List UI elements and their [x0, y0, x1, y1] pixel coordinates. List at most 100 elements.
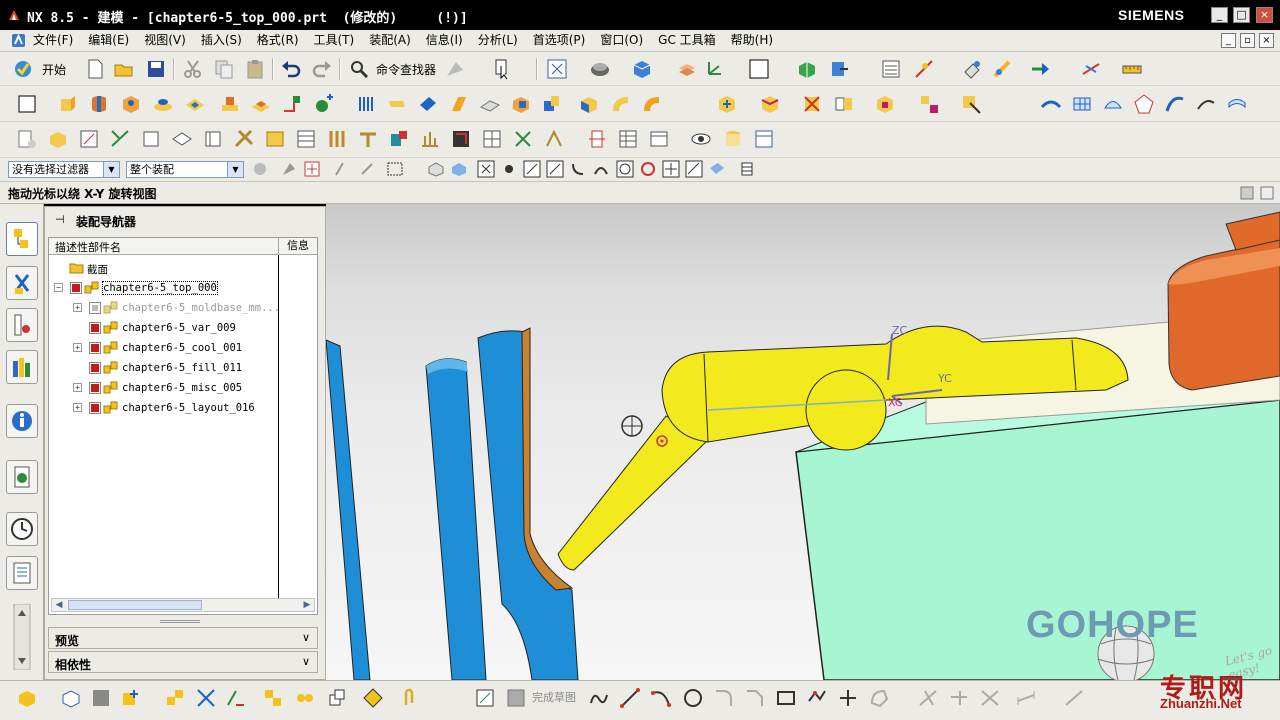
menu-analysis[interactable]: 分析(L): [478, 32, 518, 49]
snap-icon[interactable]: [500, 160, 518, 178]
status-options-icon[interactable]: [1260, 186, 1274, 200]
visibility-checkbox[interactable]: [89, 322, 101, 334]
general-select-icon[interactable]: [303, 160, 321, 178]
sequence-icon[interactable]: [960, 93, 982, 115]
trim-body-icon[interactable]: [448, 93, 470, 115]
subtract-icon[interactable]: [541, 93, 563, 115]
make-corner-icon[interactable]: [979, 687, 1001, 709]
mirror-assembly-icon[interactable]: [833, 93, 855, 115]
mold-csys-icon[interactable]: [78, 128, 100, 150]
select-solid-icon[interactable]: [427, 160, 445, 178]
pin-icon[interactable]: ⊣: [55, 213, 65, 226]
fit-view-icon[interactable]: [546, 58, 568, 80]
snap-point-on-curve-icon[interactable]: [685, 160, 703, 178]
promote-body-icon[interactable]: [326, 687, 348, 709]
layer-settings-icon[interactable]: [676, 58, 698, 80]
shaded-view-icon[interactable]: [90, 687, 112, 709]
constraint-sketch-icon[interactable]: [1063, 687, 1085, 709]
command-finder-button[interactable]: 命令查找器: [376, 61, 436, 78]
tree-row-root[interactable]: − chapter6-5_top_000: [49, 278, 317, 298]
menu-information[interactable]: 信息(I): [426, 32, 463, 49]
tree-row-sections[interactable]: 截面: [49, 258, 317, 278]
command-finder-icon[interactable]: [348, 58, 370, 80]
constraint-navigator-tab[interactable]: [6, 266, 38, 300]
offset-surface-icon[interactable]: [417, 93, 439, 115]
sketch-icon[interactable]: [16, 93, 38, 115]
cooling-pipe[interactable]: [425, 358, 487, 680]
constraint-icon[interactable]: [828, 58, 850, 80]
assembly-tools-icon[interactable]: [16, 687, 38, 709]
visibility-checkbox[interactable]: [89, 342, 101, 354]
circle-icon[interactable]: [682, 687, 704, 709]
assembly-navigator-tab[interactable]: [6, 222, 38, 256]
snap-grid-icon[interactable]: [738, 160, 756, 178]
expand-toggle[interactable]: +: [73, 303, 82, 312]
visibility-checkbox[interactable]: [89, 362, 101, 374]
runner-elbow[interactable]: [805, 369, 887, 451]
mdi-minimize-button[interactable]: _: [1221, 33, 1236, 48]
expand-toggle[interactable]: +: [73, 403, 82, 412]
status-icon[interactable]: [1240, 186, 1254, 200]
filter-settings-icon[interactable]: [251, 160, 269, 178]
preview-panel[interactable]: 预览 ∨: [48, 627, 318, 649]
process-studio-tab[interactable]: [6, 556, 38, 590]
mdi-restore-button[interactable]: ▫: [1240, 33, 1255, 48]
cut-icon[interactable]: [182, 58, 204, 80]
electrode-icon[interactable]: [512, 128, 534, 150]
standard-part-icon[interactable]: [295, 128, 317, 150]
history-tab[interactable]: [6, 512, 38, 546]
ruler-icon[interactable]: [1121, 58, 1143, 80]
column-info[interactable]: 信息: [278, 238, 317, 255]
tree-row-moldbase[interactable]: + chapter6-5_moldbase_mm...: [49, 298, 317, 318]
redo-icon[interactable]: [311, 58, 333, 80]
reuse-library-tab[interactable]: [6, 350, 38, 384]
datum-axis-icon[interactable]: [1080, 58, 1102, 80]
assembly-scope-dropdown[interactable]: 整个装配 ▼: [126, 161, 244, 178]
trim-mold-icon[interactable]: [543, 128, 565, 150]
column-part-name[interactable]: 描述性部件名: [55, 239, 121, 255]
dependencies-panel[interactable]: 相依性 ∨: [48, 651, 318, 673]
polygon-icon[interactable]: [806, 687, 828, 709]
snap-intersection-icon[interactable]: [662, 160, 680, 178]
extrude-icon[interactable]: [57, 93, 79, 115]
background-color-icon[interactable]: [748, 58, 770, 80]
tree-row-misc[interactable]: + chapter6-5_misc_005: [49, 378, 317, 398]
minimize-button[interactable]: _: [1211, 7, 1228, 23]
pad-icon[interactable]: [219, 93, 241, 115]
move-component-icon[interactable]: [796, 58, 818, 80]
split-body-icon[interactable]: [479, 93, 501, 115]
resource-bar-scroll[interactable]: [12, 604, 32, 670]
replace-component-icon[interactable]: [874, 93, 896, 115]
scroll-right-icon[interactable]: ▶: [300, 599, 314, 611]
slider-lifter-icon[interactable]: [357, 128, 379, 150]
undo-icon[interactable]: [280, 58, 302, 80]
web-browser-tab[interactable]: [6, 460, 38, 494]
law-extension-icon[interactable]: [1195, 93, 1217, 115]
through-curves-icon[interactable]: [356, 93, 378, 115]
menu-file[interactable]: 文件(F): [33, 32, 73, 49]
snap-face-icon[interactable]: [708, 160, 726, 178]
chevron-down-icon[interactable]: ∨: [299, 655, 313, 669]
chamfer-sketch-icon[interactable]: [744, 687, 766, 709]
copy-icon[interactable]: [213, 58, 235, 80]
revolve-icon[interactable]: [88, 93, 110, 115]
clearance-icon[interactable]: [961, 58, 983, 80]
edge-blend-icon[interactable]: [610, 93, 632, 115]
drawing-icon[interactable]: [648, 128, 670, 150]
boss-icon[interactable]: [152, 93, 174, 115]
sub-insert-icon[interactable]: [388, 128, 410, 150]
menu-insert[interactable]: 插入(S): [201, 32, 242, 49]
menu-preferences[interactable]: 首选项(P): [533, 32, 586, 49]
close-button[interactable]: ×: [1256, 7, 1273, 23]
new-file-icon[interactable]: [84, 58, 106, 80]
finish-sketch-label[interactable]: 完成草图: [532, 689, 576, 705]
sketch-plane-icon[interactable]: [474, 687, 496, 709]
save-icon[interactable]: [145, 58, 167, 80]
create-component-icon[interactable]: [759, 93, 781, 115]
bridge-surface-icon[interactable]: [1226, 93, 1248, 115]
tree-row-var[interactable]: chapter6-5_var_009: [49, 318, 317, 338]
unite-icon[interactable]: [510, 93, 532, 115]
parting-icon[interactable]: [233, 128, 255, 150]
visibility-checkbox[interactable]: [89, 382, 101, 394]
explode-view-icon[interactable]: [918, 93, 940, 115]
